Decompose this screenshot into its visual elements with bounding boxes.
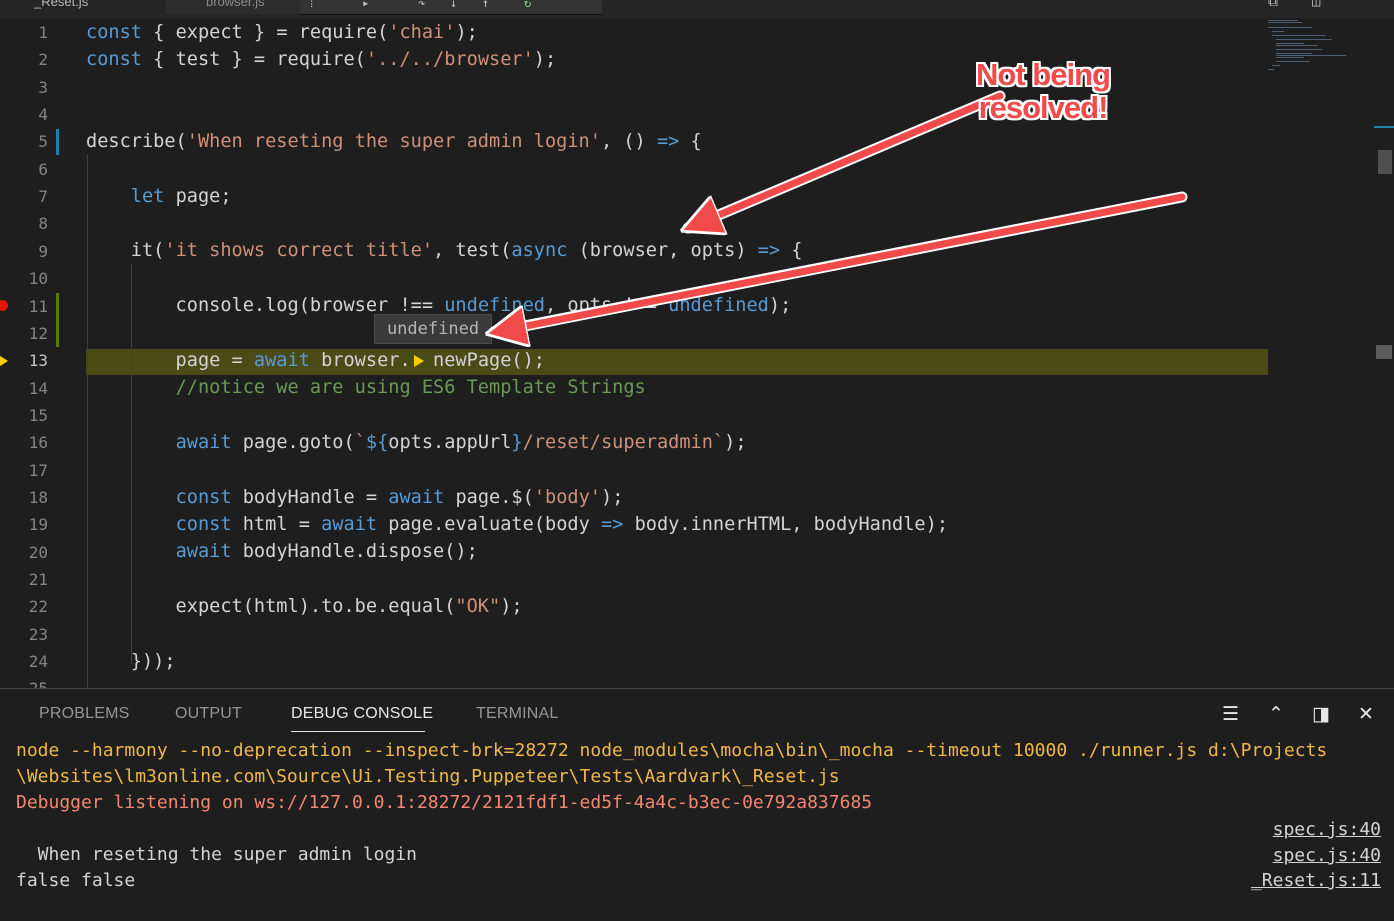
code-line-20: await bodyHandle.dispose(); <box>175 541 478 562</box>
step-over-icon[interactable]: ↷ <box>418 0 425 10</box>
line-number[interactable]: 9 <box>0 238 48 265</box>
code-line-1: const { expect } = require('chai'); <box>86 22 478 43</box>
bottom-panel: PROBLEMS OUTPUT DEBUG CONSOLE TERMINAL ☰… <box>0 688 1394 921</box>
continue-icon[interactable]: ▸ <box>362 0 369 10</box>
line-number[interactable]: 17 <box>0 457 48 484</box>
close-icon[interactable]: ✕ <box>1358 703 1374 725</box>
source-link[interactable]: _Reset.js:11 <box>1251 868 1381 894</box>
line-number[interactable]: 1 <box>0 19 48 46</box>
clear-console-icon[interactable]: ☰ <box>1222 703 1239 725</box>
code-line-13: page = await browser. newPage(); <box>86 350 545 371</box>
inline-breakpoint-icon <box>414 355 424 367</box>
code-line-14: //notice we are using ES6 Template Strin… <box>175 377 646 398</box>
tab-output[interactable]: OUTPUT <box>175 705 242 723</box>
scrollbar-marker <box>1374 126 1394 128</box>
line-number[interactable]: 8 <box>0 210 48 237</box>
step-out-icon[interactable]: ↑ <box>482 0 489 10</box>
tab-terminal[interactable]: TERMINAL <box>476 705 559 723</box>
line-number[interactable]: 25 <box>0 675 48 688</box>
line-number[interactable]: 16 <box>0 429 48 456</box>
tab-debug-console[interactable]: DEBUG CONSOLE <box>291 705 433 723</box>
source-link[interactable]: spec.js:40 <box>1273 817 1381 843</box>
line-number[interactable]: 10 <box>0 265 48 292</box>
line-number[interactable]: 21 <box>0 566 48 593</box>
line-number[interactable]: 5 <box>0 128 48 155</box>
restart-icon[interactable]: ↻ <box>524 0 531 10</box>
annotation-line: resolved! <box>978 90 1109 125</box>
line-number[interactable]: 19 <box>0 511 48 538</box>
line-number[interactable]: 3 <box>0 74 48 101</box>
modified-line-marker <box>56 129 59 155</box>
console-line: \Websites\lm3online.com\Source\Ui.Testin… <box>16 766 840 787</box>
console-line: When reseting the super admin login <box>16 844 417 865</box>
code-line-24: })); <box>86 651 176 672</box>
line-number[interactable]: 4 <box>0 101 48 128</box>
tab-reset-js-label: _Reset.js <box>34 0 89 9</box>
code-line-5: describe('When reseting the super admin … <box>86 131 702 152</box>
code-editor[interactable]: 1234567891011121314151617181920212223242… <box>0 18 1394 688</box>
console-line: false false <box>16 870 136 891</box>
line-number[interactable]: 23 <box>0 621 48 648</box>
hover-tooltip: undefined <box>374 314 492 344</box>
scrollbar-marker <box>1376 345 1392 359</box>
tab-bar: _Reset.js browser.js ⁞ ▸ ↷ ↓ ↑ ↻ ⧉ ◫ <box>0 0 1394 18</box>
source-link[interactable]: spec.js:40 <box>1273 843 1381 869</box>
minimap[interactable] <box>1262 18 1374 98</box>
line-number[interactable]: 2 <box>0 46 48 73</box>
compare-icon[interactable]: ⧉ <box>1268 0 1278 10</box>
line-number[interactable]: 14 <box>0 375 48 402</box>
line-number[interactable]: 24 <box>0 648 48 675</box>
current-statement-icon <box>0 354 8 368</box>
annotation-label: Not being resolved! <box>948 58 1138 124</box>
active-tab-indicator <box>291 731 425 732</box>
line-number[interactable]: 22 <box>0 593 48 620</box>
line-number[interactable]: 18 <box>0 484 48 511</box>
annotation-line: Not being <box>976 57 1111 92</box>
split-editor-icon[interactable]: ◫ <box>1312 0 1320 10</box>
code-line-22: expect(html).to.be.equal("OK"); <box>86 596 523 617</box>
added-lines-marker <box>56 293 59 347</box>
code-line-9: it('it shows correct title', test(async … <box>86 240 803 261</box>
code-line-2: const { test } = require('../../browser'… <box>86 49 557 70</box>
debug-toolbar: ⁞ ▸ ↷ ↓ ↑ ↻ <box>300 0 602 15</box>
scrollbar-thumb[interactable] <box>1378 150 1392 174</box>
line-number[interactable]: 20 <box>0 539 48 566</box>
tab-browser-js-label: browser.js <box>206 0 265 9</box>
line-number[interactable]: 7 <box>0 183 48 210</box>
tab-reset-js[interactable]: _Reset.js <box>0 0 194 14</box>
line-number[interactable]: 15 <box>0 402 48 429</box>
code-line-19: const html = await page.evaluate(body =>… <box>175 514 949 535</box>
line-number[interactable]: 6 <box>0 156 48 183</box>
line-number[interactable]: 12 <box>0 320 48 347</box>
chevron-up-icon[interactable]: ⌃ <box>1268 703 1284 725</box>
toggle-panel-position-icon[interactable]: ◨ <box>1312 703 1330 725</box>
code-line-18: const bodyHandle = await page.$('body'); <box>175 487 624 508</box>
console-line: Debugger listening on ws://127.0.0.1:282… <box>16 792 873 813</box>
step-into-icon[interactable]: ↓ <box>450 0 457 10</box>
tab-problems[interactable]: PROBLEMS <box>39 705 130 723</box>
console-line: node --harmony --no-deprecation --inspec… <box>16 740 1328 761</box>
code-line-7: let page; <box>130 186 232 207</box>
drag-handle-icon[interactable]: ⁞ <box>308 0 315 11</box>
code-line-16: await page.goto(`${opts.appUrl}/reset/su… <box>175 432 747 453</box>
